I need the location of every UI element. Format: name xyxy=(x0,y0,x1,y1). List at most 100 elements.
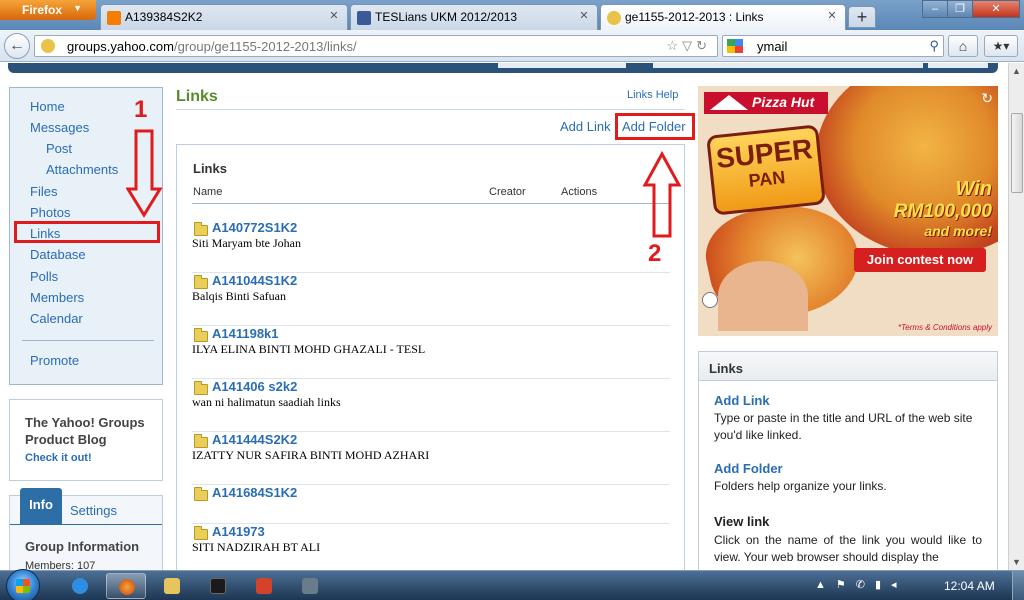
annotation-highlight-add-folder xyxy=(615,113,695,140)
search-input[interactable]: ymail xyxy=(757,39,787,54)
scroll-down-icon[interactable]: ▼ xyxy=(1012,557,1021,567)
table-row: A141684S1K2 xyxy=(192,485,670,524)
tab-facebook[interactable]: TESLians UKM 2012/2013 ✕ xyxy=(350,4,598,30)
title-divider xyxy=(176,109,685,110)
tab-blogger[interactable]: A139384S2K2 ✕ xyxy=(100,4,348,30)
folder-icon xyxy=(194,328,208,342)
nav-photos[interactable]: Photos xyxy=(30,205,70,220)
nav-post[interactable]: Post xyxy=(46,141,72,156)
column-header-creator[interactable]: Creator xyxy=(489,186,526,198)
tab-info[interactable]: Info xyxy=(20,488,62,524)
join-contest-button[interactable]: Join contest now xyxy=(854,248,986,272)
back-arrow-icon[interactable]: ← xyxy=(4,33,30,59)
firefox-menu-button[interactable]: Firefox ▼ xyxy=(0,0,96,20)
tab-strip: Firefox ▼ A139384S2K2 ✕ TESLians UKM 201… xyxy=(0,0,1024,30)
folder-link[interactable]: A140772S1K2 xyxy=(212,220,297,235)
annotation-arrow-up-icon xyxy=(642,151,682,238)
start-button[interactable] xyxy=(6,569,40,600)
url-domain: groups.yahoo.com xyxy=(67,39,174,54)
help-add-link-title[interactable]: Add Link xyxy=(714,393,770,408)
taskbar-internet-explorer[interactable] xyxy=(60,573,100,599)
folder-icon xyxy=(194,275,208,289)
scrollbar-thumb[interactable] xyxy=(1011,113,1023,193)
header-strip xyxy=(8,63,998,73)
nav-members[interactable]: Members xyxy=(30,290,84,305)
nav-polls[interactable]: Polls xyxy=(30,269,58,284)
nav-database[interactable]: Database xyxy=(30,247,86,262)
window-close-icon[interactable]: ✕ xyxy=(972,0,1020,18)
folder-link[interactable]: A141044S1K2 xyxy=(212,273,297,288)
show-desktop-button[interactable] xyxy=(1012,571,1024,600)
folder-link[interactable]: A141444S2K2 xyxy=(212,432,297,447)
table-row: A141044S1K2 Balqis Binti Safuan xyxy=(192,273,670,326)
folder-link[interactable]: A141406 s2k2 xyxy=(212,379,297,394)
folder-description: wan ni halimatun saadiah links xyxy=(192,395,341,409)
media-player-icon xyxy=(210,578,226,594)
nav-home[interactable]: Home xyxy=(30,99,65,114)
taskbar-media-player[interactable] xyxy=(198,573,238,599)
add-link-button[interactable]: Add Link xyxy=(560,119,611,134)
new-tab-button[interactable]: + xyxy=(848,6,876,28)
clock[interactable]: 12:04 AM xyxy=(944,579,995,593)
folder-description: Balqis Binti Safuan xyxy=(192,289,286,303)
url-bar[interactable]: groups.yahoo.com/group/ge1155-2012-2013/… xyxy=(34,35,718,57)
maximize-icon[interactable]: ❐ xyxy=(947,0,973,18)
nav-attachments[interactable]: Attachments xyxy=(46,162,118,177)
close-icon[interactable]: ✕ xyxy=(577,9,591,23)
folder-icon xyxy=(194,434,208,448)
column-header-name[interactable]: Name xyxy=(193,186,222,198)
table-row: A141973 SITI NADZIRAH BT ALI xyxy=(192,524,670,570)
google-icon[interactable] xyxy=(727,39,743,53)
chevron-down-icon: ▼ xyxy=(73,3,82,13)
folder-link[interactable]: A141973 xyxy=(212,524,265,539)
nav-files[interactable]: Files xyxy=(30,184,57,199)
search-bar[interactable]: ymail ⚲ xyxy=(722,35,944,57)
taskbar-powerpoint[interactable] xyxy=(244,573,284,599)
pizza-hut-advertisement[interactable]: Pizza Hut SUPER PAN Win RM100,000 and mo… xyxy=(698,86,998,336)
help-panel-title: Links xyxy=(699,352,997,381)
home-icon[interactable]: ⌂ xyxy=(948,35,978,57)
folder-icon xyxy=(194,526,208,540)
firefox-menu-label: Firefox xyxy=(22,3,63,17)
folder-link[interactable]: A141198k1 xyxy=(212,326,279,341)
ad-prize-text: Win RM100,000 and more! xyxy=(862,178,992,239)
hand-image xyxy=(718,261,808,331)
facebook-icon xyxy=(357,11,371,25)
help-add-folder-title[interactable]: Add Folder xyxy=(714,461,783,476)
movie-maker-icon xyxy=(302,578,318,594)
minimize-icon[interactable]: – xyxy=(922,0,948,18)
url-text[interactable]: groups.yahoo.com/group/ge1155-2012-2013/… xyxy=(67,39,357,54)
help-add-folder-text: Folders help organize your links. xyxy=(714,479,887,493)
taskbar-explorer[interactable] xyxy=(152,573,192,599)
folder-icon xyxy=(194,222,208,236)
navigation-toolbar: ← groups.yahoo.com/group/ge1155-2012-201… xyxy=(0,30,1024,62)
site-identity-icon[interactable] xyxy=(41,39,55,53)
ad-and-more: and more! xyxy=(924,223,992,239)
bookmarks-menu-icon[interactable]: ★▾ xyxy=(984,35,1018,57)
close-icon[interactable]: ✕ xyxy=(327,9,341,23)
tab-yahoo-groups[interactable]: ge1155-2012-2013 : Links ✕ xyxy=(600,4,846,30)
help-view-link-text: Click on the name of the link you would … xyxy=(714,533,982,564)
scroll-up-icon[interactable]: ▲ xyxy=(1012,66,1021,76)
folder-link[interactable]: A141684S1K2 xyxy=(212,485,297,500)
system-tray-icons[interactable]: ▲⚑✆▮◂ xyxy=(815,578,907,591)
taskbar-movie-maker[interactable] xyxy=(290,573,330,599)
nav-calendar[interactable]: Calendar xyxy=(30,311,83,326)
blog-link[interactable]: Check it out! xyxy=(25,452,162,464)
refresh-icon[interactable]: ↻ xyxy=(981,90,993,107)
search-icon[interactable]: ⚲ xyxy=(929,38,939,54)
nav-messages[interactable]: Messages xyxy=(30,120,89,135)
taskbar-firefox[interactable] xyxy=(106,573,146,599)
nav-promote[interactable]: Promote xyxy=(30,353,79,368)
links-help-panel: Links Add Link Type or paste in the titl… xyxy=(698,351,998,570)
tab-settings[interactable]: Settings xyxy=(70,503,117,518)
bookmark-star-icon[interactable]: ☆▽↻ xyxy=(666,38,711,54)
links-help-link[interactable]: Links Help xyxy=(627,89,678,101)
vertical-scrollbar[interactable]: ▲ ▼ xyxy=(1008,63,1024,570)
tab-title: A139384S2K2 xyxy=(125,10,203,24)
folder-icon xyxy=(164,578,180,594)
header-search-field xyxy=(653,63,923,68)
tab-title: TESLians UKM 2012/2013 xyxy=(375,10,518,24)
group-info-box: Info Settings Group Information Members:… xyxy=(9,488,163,570)
close-icon[interactable]: ✕ xyxy=(825,9,839,23)
